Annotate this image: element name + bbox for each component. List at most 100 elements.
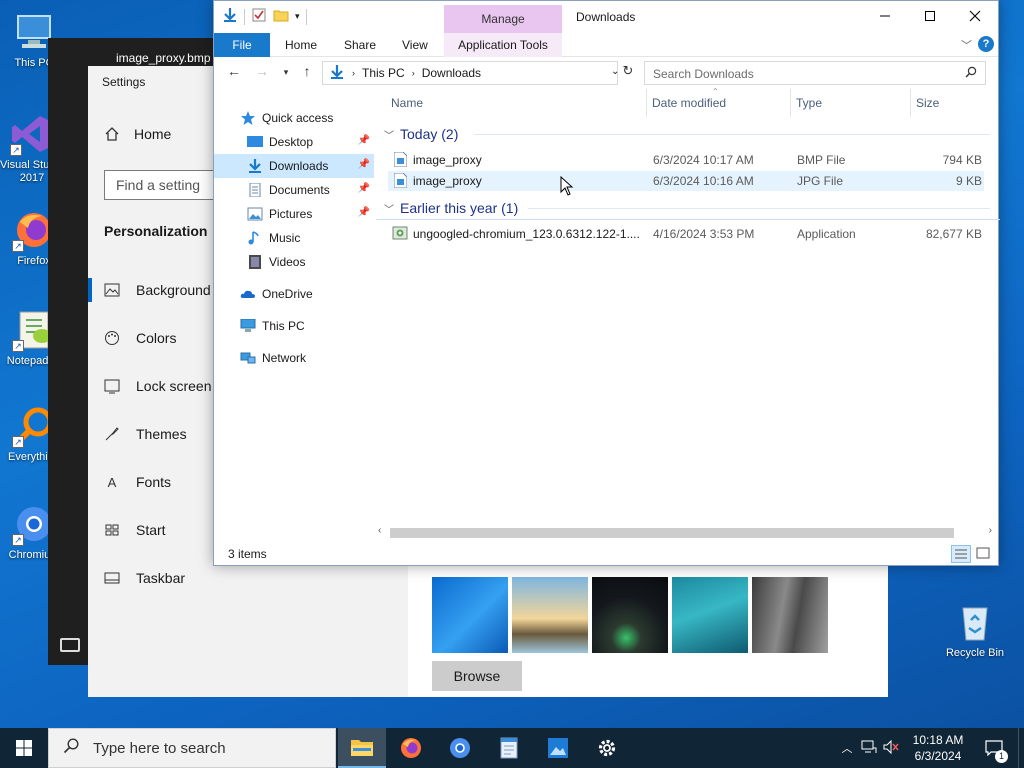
- up-button[interactable]: ↑: [297, 63, 317, 83]
- taskbar-settings[interactable]: [583, 728, 631, 768]
- back-button[interactable]: ←: [224, 63, 244, 83]
- background-content: Browse: [408, 566, 888, 697]
- ribbon-expand-icon[interactable]: ﹀: [961, 37, 972, 53]
- wallpaper-thumbnail[interactable]: [672, 577, 748, 653]
- wallpaper-thumbnail[interactable]: [752, 577, 828, 653]
- scrollbar-thumb[interactable]: [390, 528, 954, 538]
- notification-center-button[interactable]: 1: [980, 728, 1008, 768]
- column-header-name[interactable]: Name: [391, 96, 423, 110]
- column-separator[interactable]: [646, 89, 647, 117]
- nav-network[interactable]: Network: [214, 346, 374, 370]
- nav-item-label: Background: [136, 282, 211, 298]
- nav-onedrive[interactable]: OneDrive: [214, 282, 374, 306]
- group-divider: [528, 208, 990, 209]
- recent-images: [432, 577, 828, 653]
- nav-pictures[interactable]: Pictures 📌: [214, 202, 374, 226]
- volume-muted-icon[interactable]: [880, 739, 902, 757]
- tray-chevron-up-icon[interactable]: ︿: [836, 740, 858, 756]
- column-separator[interactable]: [790, 89, 791, 117]
- tab-share[interactable]: Share: [344, 33, 376, 57]
- taskbar-clock[interactable]: 10:18 AM 6/3/2024: [904, 732, 972, 764]
- nav-music[interactable]: Music: [214, 226, 374, 250]
- forward-button[interactable]: →: [252, 63, 272, 83]
- nav-label: Quick access: [262, 111, 334, 125]
- help-icon[interactable]: ?: [978, 36, 994, 52]
- breadcrumb-downloads[interactable]: Downloads: [422, 66, 481, 80]
- photos-icon: [548, 738, 568, 758]
- column-header-type[interactable]: Type: [796, 96, 822, 110]
- taskbar-photos[interactable]: [534, 728, 582, 768]
- wallpaper-thumbnail[interactable]: [592, 577, 668, 653]
- taskbar-search-box[interactable]: Type here to search: [48, 728, 336, 768]
- download-folder-icon: [222, 7, 238, 26]
- file-row[interactable]: image_proxy 6/3/2024 10:17 AM BMP File 7…: [388, 150, 984, 170]
- horizontal-scrollbar[interactable]: ‹ ›: [376, 525, 994, 541]
- shortcut-arrow-icon: ↗: [12, 240, 24, 252]
- maximize-button[interactable]: [907, 1, 953, 31]
- nav-this-pc[interactable]: This PC: [214, 314, 374, 338]
- minimize-button[interactable]: [862, 1, 908, 31]
- search-input[interactable]: Search Downloads: [644, 61, 986, 85]
- nav-item-background[interactable]: Background: [88, 266, 218, 314]
- pin-icon: 📌: [357, 159, 370, 170]
- breadcrumb-this-pc[interactable]: This PC: [362, 66, 405, 80]
- desktop-icon-recycle-bin[interactable]: Recycle Bin: [937, 600, 1013, 660]
- shortcut-arrow-icon: ↗: [12, 534, 24, 546]
- file-explorer-window: ▾ Manage Downloads File Home Share View …: [213, 0, 1000, 566]
- address-bar[interactable]: › This PC › Downloads ⌄: [322, 61, 619, 85]
- taskbar-notepad[interactable]: [485, 728, 533, 768]
- new-folder-icon[interactable]: [273, 7, 289, 26]
- browse-button[interactable]: Browse: [432, 661, 522, 691]
- tab-file[interactable]: File: [214, 33, 270, 57]
- file-date: 6/3/2024 10:17 AM: [653, 153, 754, 167]
- computer-icon: [240, 318, 256, 333]
- refresh-button[interactable]: ↻: [618, 63, 638, 83]
- nav-item-start[interactable]: Start: [88, 506, 218, 554]
- manage-contextual-tab[interactable]: Manage: [444, 5, 562, 33]
- nav-desktop[interactable]: Desktop 📌: [214, 130, 374, 154]
- explorer-titlebar: ▾ Manage Downloads: [214, 1, 998, 33]
- nav-quick-access[interactable]: Quick access: [214, 106, 374, 130]
- file-row-selected[interactable]: image_proxy 6/3/2024 10:16 AM JPG File 9…: [388, 171, 984, 191]
- nav-downloads[interactable]: Downloads 📌: [214, 154, 374, 178]
- show-desktop-button[interactable]: [1018, 728, 1024, 768]
- wallpaper-thumbnail[interactable]: [432, 577, 508, 653]
- taskbar-file-explorer[interactable]: [338, 728, 386, 768]
- settings-home-link[interactable]: Home: [104, 126, 171, 142]
- nav-item-colors[interactable]: Colors: [88, 314, 218, 362]
- details-view-icon[interactable]: [951, 545, 971, 563]
- file-type: JPG File: [797, 174, 844, 188]
- column-header-date-modified[interactable]: Date modified: [652, 96, 726, 110]
- notification-count-badge: 1: [995, 750, 1008, 763]
- nav-documents[interactable]: Documents 📌: [214, 178, 374, 202]
- large-icons-view-icon[interactable]: [974, 545, 994, 563]
- column-header-size[interactable]: Size: [916, 96, 939, 110]
- nav-videos[interactable]: Videos: [214, 250, 374, 274]
- scroll-right-icon[interactable]: ›: [989, 525, 992, 536]
- properties-icon[interactable]: [251, 7, 267, 26]
- nav-item-fonts[interactable]: A Fonts: [88, 458, 218, 506]
- nav-item-taskbar[interactable]: Taskbar: [88, 554, 218, 602]
- start-button[interactable]: [0, 728, 48, 768]
- taskbar-chromium[interactable]: [436, 728, 484, 768]
- qat-dropdown-icon[interactable]: ▾: [295, 11, 300, 22]
- network-tray-icon[interactable]: [858, 740, 880, 757]
- taskbar-firefox[interactable]: [387, 728, 435, 768]
- tab-application-tools[interactable]: Application Tools: [444, 33, 562, 57]
- status-item-count: 3 items: [228, 547, 267, 561]
- desktop-icon-label: Recycle Bin: [945, 647, 1005, 659]
- group-header-earlier-this-year[interactable]: ﹀ Earlier this year (1): [380, 197, 518, 219]
- scroll-left-icon[interactable]: ‹: [378, 525, 381, 536]
- wallpaper-thumbnail[interactable]: [512, 577, 588, 653]
- group-header-today[interactable]: ﹀ Today (2): [380, 123, 458, 145]
- tab-view[interactable]: View: [402, 33, 428, 57]
- sort-indicator-icon: ⌃: [712, 87, 719, 96]
- tab-home[interactable]: Home: [285, 33, 317, 57]
- close-button[interactable]: [952, 1, 998, 31]
- column-separator[interactable]: [910, 89, 911, 117]
- file-row[interactable]: ungoogled-chromium_123.0.6312.122-1.... …: [388, 224, 984, 244]
- nav-item-themes[interactable]: Themes: [88, 410, 218, 458]
- pin-icon: 📌: [357, 135, 370, 146]
- nav-item-lock-screen[interactable]: Lock screen: [88, 362, 218, 410]
- recent-locations-icon[interactable]: ▾: [276, 67, 296, 87]
